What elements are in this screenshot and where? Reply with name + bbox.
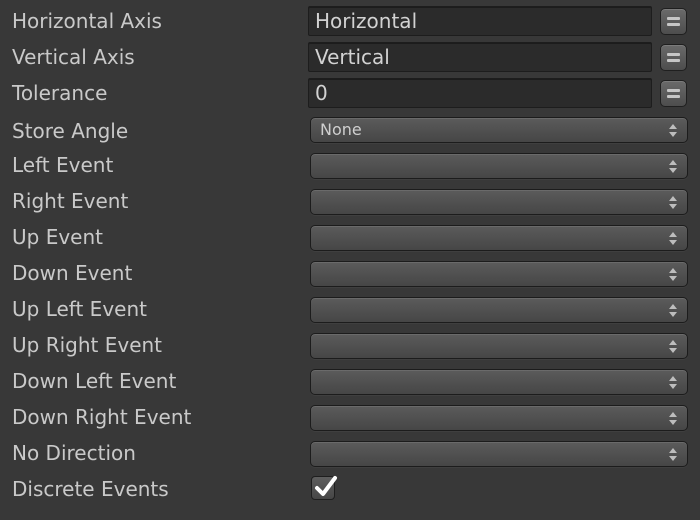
vertical-axis-variable-button[interactable] (660, 44, 687, 71)
tolerance-field[interactable]: 0 (308, 78, 652, 108)
down-right-event-label: Down Right Event (12, 405, 192, 429)
left-event-dropdown[interactable] (310, 153, 688, 179)
right-event-row: Right Event (0, 183, 700, 219)
vertical-axis-label: Vertical Axis (12, 45, 135, 69)
updown-arrows-icon (669, 412, 677, 425)
discrete-events-label: Discrete Events (12, 477, 169, 501)
up-event-row: Up Event (0, 219, 700, 255)
store-angle-label: Store Angle (12, 119, 129, 143)
right-event-dropdown[interactable] (310, 189, 688, 215)
tolerance-label: Tolerance (12, 81, 108, 105)
store-angle-value: None (320, 120, 362, 139)
down-left-event-label: Down Left Event (12, 369, 177, 393)
down-left-event-dropdown[interactable] (310, 369, 688, 395)
checkmark-icon (315, 476, 337, 496)
horizontal-axis-variable-button[interactable] (660, 8, 687, 35)
up-left-event-row: Up Left Event (0, 291, 700, 327)
up-event-label: Up Event (12, 225, 103, 249)
horizontal-axis-field[interactable]: Horizontal (308, 6, 652, 36)
no-direction-dropdown[interactable] (310, 441, 688, 467)
horizontal-axis-row: Horizontal Axis Horizontal (0, 3, 700, 39)
up-right-event-row: Up Right Event (0, 327, 700, 363)
updown-arrows-icon (669, 340, 677, 353)
right-event-label: Right Event (12, 189, 129, 213)
down-event-row: Down Event (0, 255, 700, 291)
horizontal-axis-label: Horizontal Axis (12, 9, 162, 33)
down-event-label: Down Event (12, 261, 133, 285)
up-left-event-label: Up Left Event (12, 297, 147, 321)
up-right-event-dropdown[interactable] (310, 333, 688, 359)
store-angle-dropdown[interactable]: None (310, 117, 688, 143)
tolerance-row: Tolerance 0 (0, 75, 700, 111)
updown-arrows-icon (669, 448, 677, 461)
up-left-event-dropdown[interactable] (310, 297, 688, 323)
updown-arrows-icon (669, 268, 677, 281)
left-event-label: Left Event (12, 153, 114, 177)
store-angle-row: Store Angle None (0, 113, 700, 149)
updown-arrows-icon (669, 232, 677, 245)
down-right-event-row: Down Right Event (0, 399, 700, 435)
updown-arrows-icon (669, 304, 677, 317)
left-event-row: Left Event (0, 147, 700, 183)
no-direction-row: No Direction (0, 435, 700, 471)
down-right-event-dropdown[interactable] (310, 405, 688, 431)
updown-arrows-icon (669, 196, 677, 209)
updown-arrows-icon (669, 376, 677, 389)
no-direction-label: No Direction (12, 441, 136, 465)
updown-arrows-icon (669, 124, 677, 137)
discrete-events-checkbox[interactable] (311, 476, 337, 500)
vertical-axis-row: Vertical Axis Vertical (0, 39, 700, 75)
down-event-dropdown[interactable] (310, 261, 688, 287)
updown-arrows-icon (669, 160, 677, 173)
up-right-event-label: Up Right Event (12, 333, 163, 357)
down-left-event-row: Down Left Event (0, 363, 700, 399)
tolerance-variable-button[interactable] (660, 80, 687, 107)
vertical-axis-field[interactable]: Vertical (308, 42, 652, 72)
discrete-events-row: Discrete Events (0, 471, 700, 507)
up-event-dropdown[interactable] (310, 225, 688, 251)
